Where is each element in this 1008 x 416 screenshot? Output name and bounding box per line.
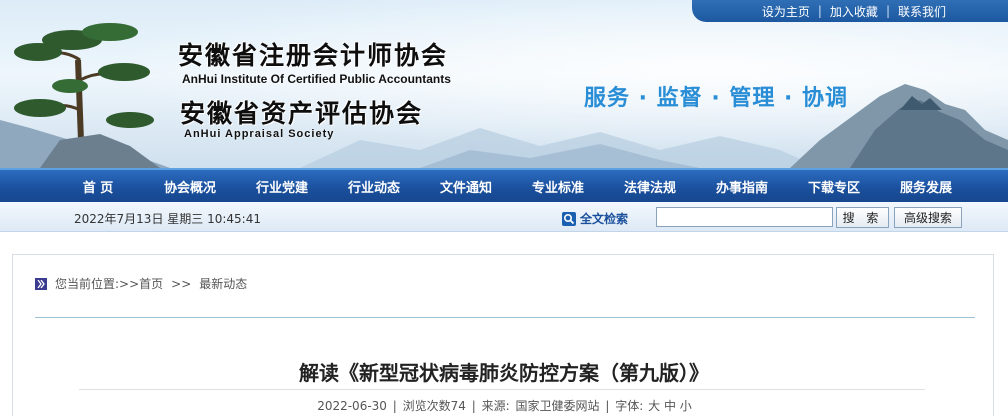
nav-item-notices[interactable]: 文件通知 (420, 177, 512, 196)
add-favorite-link[interactable]: 加入收藏 (822, 3, 886, 20)
breadcrumb-arrow-icon (35, 277, 47, 290)
slogan: 服务 · 监督 · 管理 · 协调 (584, 86, 849, 111)
top-links: 设为主页 | 加入收藏 | 联系我们 (754, 0, 1008, 22)
font-size-small[interactable]: 小 (680, 399, 692, 413)
nav-item-standards[interactable]: 专业标准 (512, 177, 604, 196)
article-source-label: 来源: (481, 399, 510, 413)
main-nav: 首 页 协会概况 行业党建 行业动态 文件通知 专业标准 法律法规 办事指南 下… (0, 168, 1008, 202)
article-container: 您当前位置:>> 首页 >> 最新动态 解读《新型冠状病毒肺炎防控方案（第九版）… (12, 254, 994, 416)
meta-separator: | (605, 399, 610, 413)
meta-separator: | (392, 399, 397, 413)
article-title: 解读《新型冠状病毒肺炎防控方案（第九版）》 (299, 361, 709, 385)
fulltext-search-link[interactable]: 全文检索 (562, 210, 628, 227)
nav-item-home[interactable]: 首 页 (52, 177, 144, 196)
nav-item-guide[interactable]: 办事指南 (696, 177, 788, 196)
advanced-search-button[interactable]: 高级搜索 (894, 207, 962, 228)
nav-item-downloads[interactable]: 下载专区 (788, 177, 880, 196)
logo-subtitle-appraisal: AnHui Appraisal Society (184, 128, 335, 140)
set-homepage-link[interactable]: 设为主页 (754, 3, 818, 20)
contact-us-link[interactable]: 联系我们 (890, 3, 954, 20)
meta-separator: | (471, 399, 476, 413)
current-datetime: 2022年7月13日 星期三 10:45:41 (74, 212, 261, 226)
content-area: 您当前位置:>> 首页 >> 最新动态 解读《新型冠状病毒肺炎防控方案（第九版）… (0, 232, 1008, 416)
info-bar: 2022年7月13日 星期三 10:45:41 全文检索 搜 索 高级搜索 (0, 202, 1008, 232)
nav-item-news[interactable]: 行业动态 (328, 177, 420, 196)
breadcrumb: 您当前位置:>> 首页 >> 最新动态 (35, 275, 247, 292)
header-banner: 设为主页 | 加入收藏 | 联系我们 安徽省注册会计师协会 AnHui Inst… (0, 0, 1008, 168)
font-size-large[interactable]: 大 (648, 399, 660, 413)
search-input[interactable] (656, 207, 833, 227)
breadcrumb-separator: >> (171, 276, 192, 291)
nav-item-party[interactable]: 行业党建 (236, 177, 328, 196)
breadcrumb-current-link[interactable]: 最新动态 (199, 275, 247, 292)
article-date: 2022-06-30 (317, 399, 387, 413)
nav-item-laws[interactable]: 法律法规 (604, 177, 696, 196)
logo-title-cpa: 安徽省注册会计师协会 (178, 41, 449, 70)
title-divider (79, 389, 925, 390)
logo-subtitle-cpa: AnHui Institute Of Certified Public Acco… (182, 72, 451, 86)
breadcrumb-label: 您当前位置:>> (55, 277, 140, 291)
article-meta: 2022-06-30 | 浏览次数74 | 来源: 国家卫健委网站 | 字体: … (13, 397, 995, 414)
breadcrumb-divider (35, 317, 975, 318)
font-size-medium[interactable]: 中 (664, 399, 676, 413)
magnifier-icon (562, 211, 576, 226)
logo-title-appraisal: 安徽省资产评估协会 (180, 99, 424, 128)
nav-item-about[interactable]: 协会概况 (144, 177, 236, 196)
fulltext-search-label: 全文检索 (580, 212, 629, 226)
mountain-scenery (0, 23, 1008, 168)
article-views: 浏览次数74 (402, 399, 466, 413)
breadcrumb-home-link[interactable]: 首页 (139, 275, 163, 292)
font-size-label: 字体: (615, 399, 644, 413)
search-button[interactable]: 搜 索 (836, 207, 889, 228)
article-source: 国家卫健委网站 (515, 399, 600, 413)
nav-item-services[interactable]: 服务发展 (880, 177, 972, 196)
